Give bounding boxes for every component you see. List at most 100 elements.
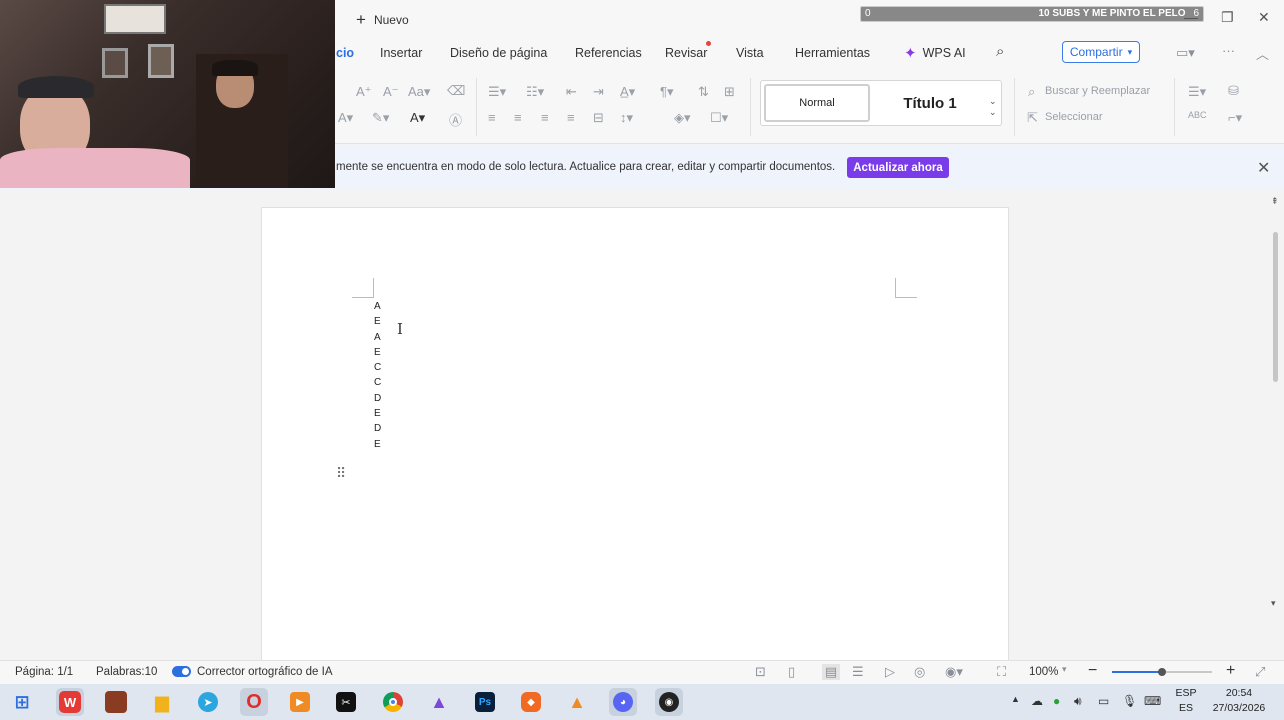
restore-icon[interactable]: ❐ — [1221, 9, 1234, 26]
tab-diseno[interactable]: Diseño de página — [450, 46, 547, 60]
vertical-scrollbar[interactable] — [1272, 196, 1280, 660]
zoom-level[interactable]: 100% — [1029, 666, 1058, 678]
justify-icon[interactable]: ≡ — [567, 110, 575, 125]
photoshop-icon[interactable]: Ps — [471, 688, 499, 716]
tab-inicio[interactable]: cio — [336, 46, 354, 60]
collapse-ribbon-icon[interactable]: ︿ — [1256, 44, 1269, 63]
chrome-icon[interactable] — [379, 688, 407, 716]
volume-icon[interactable]: 🔊︎ — [1074, 694, 1082, 709]
more-tools-icon[interactable]: ⌐▾ — [1228, 110, 1242, 126]
scrollbar-thumb[interactable] — [1273, 232, 1278, 382]
document-line[interactable]: E — [374, 314, 394, 329]
change-case-icon[interactable]: Aa▾ — [408, 84, 430, 100]
vlc-icon[interactable]: ▲ — [563, 688, 591, 716]
find-replace-label[interactable]: Buscar y Reemplazar — [1045, 85, 1150, 97]
share-button[interactable]: Compartir ▾ — [1062, 41, 1140, 63]
discord-icon[interactable]: ◕ — [609, 688, 637, 716]
clock[interactable]: 20:54 27/03/2026 — [1204, 686, 1274, 716]
outline-icon[interactable]: ☰ — [852, 664, 864, 680]
select-icon[interactable]: ⇱ — [1027, 110, 1038, 126]
network-icon[interactable]: ▭ — [1098, 694, 1109, 708]
spellcheck-icon[interactable]: ABC — [1188, 110, 1207, 120]
document-line[interactable]: A — [374, 299, 394, 314]
paragraph-mark-icon[interactable]: ¶▾ — [660, 84, 674, 100]
decrease-indent-icon[interactable]: ⇤ — [566, 84, 577, 100]
fullscreen-icon[interactable]: ⤢ — [1255, 664, 1265, 680]
increase-indent-icon[interactable]: ⇥ — [593, 84, 604, 100]
scroll-top-icon[interactable]: ⇞ — [1271, 196, 1279, 207]
tab-revisar[interactable]: Revisar — [665, 46, 707, 60]
language-indicator[interactable]: ESP ES — [1172, 686, 1200, 716]
file-explorer-icon[interactable]: ▆ — [148, 688, 176, 716]
wps-office-icon[interactable]: W — [56, 688, 84, 716]
scroll-down-icon[interactable]: ▾ — [1271, 598, 1276, 609]
close-icon[interactable]: ✕ — [1257, 158, 1270, 178]
highlight-icon[interactable]: ✎▾ — [372, 110, 389, 126]
document-line[interactable]: E — [374, 406, 394, 421]
sort-icon[interactable]: ⇅ — [698, 84, 709, 100]
search-icon[interactable]: ⌕ — [996, 43, 1004, 60]
style-title-1[interactable]: Título 1 — [880, 84, 980, 122]
grow-font-icon[interactable]: A⁺ — [356, 84, 372, 100]
database-icon[interactable]: ⛁ — [1228, 83, 1239, 99]
fill-color-icon[interactable]: ◈▾ — [674, 110, 691, 126]
document-line[interactable]: E — [374, 345, 394, 360]
play-icon[interactable]: ▷ — [885, 664, 895, 680]
chevron-up-icon[interactable]: ▲ — [1011, 694, 1020, 704]
opera-icon[interactable]: O — [240, 688, 268, 716]
shrink-font-icon[interactable]: A⁻ — [383, 84, 399, 100]
document-line[interactable]: D — [374, 391, 394, 406]
document-line[interactable]: E — [374, 437, 394, 452]
web-layout-icon[interactable]: ◎ — [914, 664, 925, 680]
spellcheck-toggle[interactable] — [172, 666, 191, 677]
obs-icon[interactable]: ◉ — [655, 688, 683, 716]
distribute-icon[interactable]: ⊟ — [593, 110, 604, 126]
tab-insertar[interactable]: Insertar — [380, 46, 422, 60]
cloud-icon[interactable]: ☁ — [1031, 694, 1043, 708]
tab-vista[interactable]: Vista — [736, 46, 764, 60]
eraser-icon[interactable]: ⌫ — [447, 83, 465, 99]
tab-herramientas[interactable]: Herramientas — [795, 46, 870, 60]
styles-scroll-icon[interactable]: ⌄ ⌄ — [989, 96, 997, 118]
text-layout-icon[interactable]: ☰▾ — [1188, 84, 1206, 100]
print-layout-icon[interactable]: ▤ — [822, 664, 840, 680]
close-window-icon[interactable]: ✕ — [1258, 9, 1270, 26]
style-normal[interactable]: Normal — [764, 84, 870, 122]
zoom-slider-knob[interactable] — [1158, 668, 1166, 676]
zoom-dropdown-icon[interactable]: ▾ — [1062, 664, 1067, 675]
zoom-out-icon[interactable]: − — [1088, 662, 1097, 680]
upgrade-button[interactable]: Actualizar ahora — [847, 157, 949, 178]
text-effects-icon[interactable]: A▾ — [338, 110, 353, 126]
document-line[interactable]: A — [374, 330, 394, 345]
minimize-icon[interactable]: — — [1184, 9, 1198, 25]
focus-mode-icon[interactable]: ⊡ — [755, 664, 766, 680]
char-shading-icon[interactable]: Ⓐ — [449, 110, 462, 129]
font-color-icon[interactable]: A▾ — [410, 110, 425, 126]
keyboard-icon[interactable]: ⌨ — [1144, 694, 1161, 708]
document-body[interactable]: AEAECCDEDE — [374, 299, 394, 452]
comment-icon[interactable]: ▭▾ — [1176, 45, 1195, 61]
microphone-icon[interactable]: 🎙︎ — [1122, 694, 1137, 708]
capcut-icon[interactable]: ✂ — [332, 688, 360, 716]
document-line[interactable]: D — [374, 421, 394, 436]
chrome-tray-icon[interactable]: ● — [1053, 694, 1060, 708]
triangle-app-icon[interactable]: ▲ — [425, 688, 453, 716]
page-view-icon[interactable]: ▯ — [788, 664, 795, 680]
numbered-list-icon[interactable]: ☷▾ — [526, 84, 544, 100]
windows-start-icon[interactable]: ⊞ — [8, 688, 36, 716]
line-spacing-icon[interactable]: ↕▾ — [620, 110, 633, 126]
wps-ai-button[interactable]: ✦ WPS AI — [904, 44, 966, 62]
align-right-icon[interactable]: ≡ — [541, 110, 549, 125]
word-count[interactable]: Palabras:10 — [96, 666, 157, 678]
tab-referencias[interactable]: Referencias — [575, 46, 642, 60]
telegram-icon[interactable]: ➤ — [194, 688, 222, 716]
align-center-icon[interactable]: ≡ — [514, 110, 522, 125]
media-player-icon[interactable]: ▶ — [286, 688, 314, 716]
eye-protection-icon[interactable]: ◉▾ — [945, 664, 963, 680]
align-left-icon[interactable]: ≡ — [488, 110, 496, 125]
find-icon[interactable]: ⌕ — [1028, 84, 1035, 100]
drag-handle-icon[interactable]: ⠿ — [336, 465, 346, 482]
game-app-icon[interactable] — [102, 688, 130, 716]
zoom-slider[interactable] — [1112, 668, 1212, 676]
new-tab-button[interactable]: + Nuevo — [356, 10, 409, 30]
